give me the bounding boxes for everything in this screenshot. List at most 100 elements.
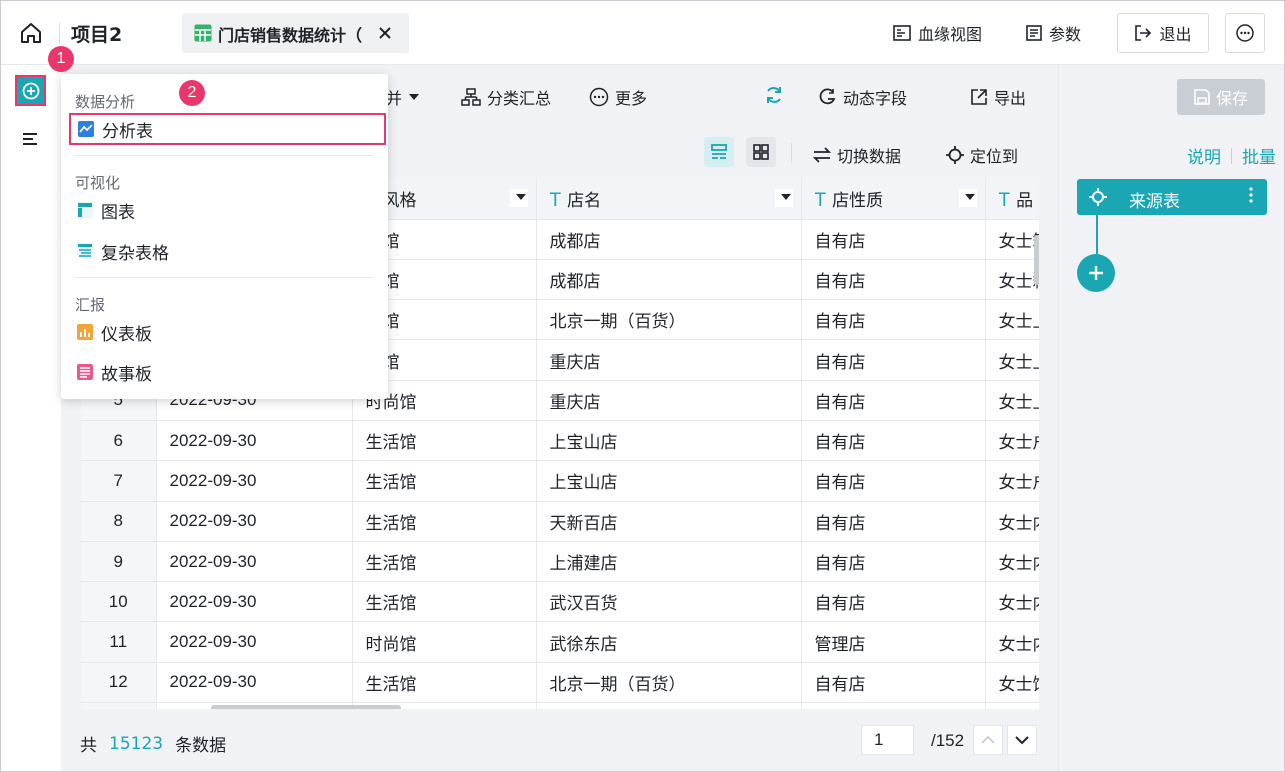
table-cell[interactable]: 上浦建店 — [536, 541, 802, 583]
table-cell[interactable]: 生活馆 — [352, 541, 537, 583]
table-cell[interactable]: 自有店 — [801, 299, 986, 341]
dynamic-field-button[interactable]: 动态字段 — [819, 85, 907, 109]
table-cell[interactable]: 2022-09-30 — [156, 581, 353, 623]
table-row[interactable]: 82022-09-30生活馆天新百店自有店女士内 — [81, 501, 1039, 542]
list-icon[interactable] — [21, 131, 41, 149]
table-cell[interactable]: 女士内 — [985, 541, 1039, 583]
table-cell[interactable]: 8 — [81, 501, 157, 542]
table-cell[interactable]: 生活馆 — [352, 581, 537, 623]
table-cell[interactable]: 自有店 — [801, 460, 986, 502]
table-cell[interactable]: 武汉百货 — [536, 581, 802, 623]
table-cell[interactable]: 7 — [81, 460, 157, 502]
table-row[interactable]: 92022-09-30生活馆上浦建店自有店女士内 — [81, 541, 1039, 583]
more-left-button[interactable]: 更多 — [589, 85, 647, 109]
table-cell[interactable]: 2022-09-30 — [156, 662, 353, 704]
menu-item-analysis-table[interactable]: 分析表 — [69, 113, 386, 145]
add-step-button[interactable] — [1077, 254, 1115, 292]
table-cell[interactable]: 上宝山店 — [536, 460, 802, 502]
table-cell[interactable]: 女士户 — [985, 460, 1039, 502]
table-cell[interactable]: 2022-09-30 — [156, 460, 353, 502]
table-cell[interactable]: 自有店 — [801, 662, 986, 704]
table-cell[interactable]: 自有店 — [801, 380, 986, 421]
column-header-product[interactable]: T品 — [985, 179, 1039, 220]
table-cell[interactable]: 2022-09-30 — [156, 501, 353, 542]
table-cell[interactable]: 10 — [81, 581, 157, 623]
table-cell[interactable]: 2022-09-30 — [156, 420, 353, 462]
table-cell[interactable]: 12 — [81, 662, 157, 704]
table-cell[interactable]: 自有店 — [801, 501, 986, 542]
add-node-button[interactable] — [15, 75, 46, 106]
table-cell[interactable]: 女士内 — [985, 501, 1039, 542]
save-button[interactable]: 保存 — [1177, 79, 1265, 115]
column-header-store-name[interactable]: T 店名 — [536, 179, 802, 220]
vertical-scrollbar[interactable] — [1034, 235, 1039, 285]
table-cell[interactable]: 女士馆 — [985, 662, 1039, 704]
next-page-button[interactable] — [1007, 725, 1037, 755]
vertical-dots-icon[interactable] — [1249, 187, 1253, 208]
table-cell[interactable]: 自有店 — [801, 581, 986, 623]
table-cell[interactable]: 生活馆 — [352, 460, 537, 502]
table-cell[interactable]: 女士箱 — [985, 259, 1039, 301]
table-cell[interactable]: 自有店 — [801, 339, 986, 381]
table-cell[interactable]: 生活馆 — [352, 662, 537, 704]
table-cell[interactable]: 2022-09-30 — [156, 621, 353, 663]
table-cell[interactable]: 生活馆 — [352, 420, 537, 462]
export-button[interactable]: 导出 — [970, 85, 1026, 109]
menu-item-chart[interactable]: 图表 — [70, 194, 387, 226]
close-icon[interactable] — [378, 25, 392, 39]
table-cell[interactable]: 9 — [81, 541, 157, 583]
lineage-view-button[interactable]: 血缘视图 — [893, 21, 982, 45]
source-table-node[interactable]: 来源表 — [1077, 179, 1267, 215]
table-cell[interactable]: 重庆店 — [536, 380, 802, 421]
table-cell[interactable]: 自有店 — [801, 259, 986, 301]
table-row[interactable]: 102022-09-30生活馆武汉百货自有店女士内 — [81, 581, 1039, 623]
menu-item-complex-table[interactable]: 复杂表格 — [70, 235, 387, 267]
switch-data-button[interactable]: 切换数据 — [813, 143, 901, 167]
table-row[interactable]: 72022-09-30生活馆上宝山店自有店女士户 — [81, 460, 1039, 502]
table-cell[interactable]: 女士户 — [985, 420, 1039, 462]
column-header-store-nature[interactable]: T 店性质 — [801, 179, 986, 220]
table-cell[interactable]: 重庆店 — [536, 339, 802, 381]
table-cell[interactable]: 女士箱 — [985, 219, 1039, 260]
table-cell[interactable]: 管理店 — [801, 621, 986, 663]
table-cell[interactable]: 11 — [81, 621, 157, 663]
home-icon[interactable] — [18, 21, 44, 45]
page-number-input[interactable]: 1 — [861, 725, 914, 755]
table-cell[interactable]: 女士上 — [985, 339, 1039, 381]
params-button[interactable]: 参数 — [1026, 21, 1081, 45]
table-cell[interactable]: 女士上 — [985, 380, 1039, 421]
menu-item-dashboard[interactable]: 仪表板 — [70, 316, 387, 348]
table-cell[interactable]: 成都店 — [536, 219, 802, 260]
table-cell[interactable]: 天新百店 — [536, 501, 802, 542]
merge-button[interactable]: 并 — [386, 85, 420, 109]
table-cell[interactable]: 生活馆 — [352, 501, 537, 542]
table-cell[interactable]: 上宝山店 — [536, 420, 802, 462]
table-row[interactable]: 122022-09-30生活馆北京一期（百货）自有店女士馆 — [81, 662, 1039, 704]
table-row[interactable]: 62022-09-30生活馆上宝山店自有店女士户 — [81, 420, 1039, 462]
table-cell[interactable]: 女士上 — [985, 299, 1039, 341]
table-cell[interactable]: 成都店 — [536, 259, 802, 301]
table-cell[interactable]: 北京一期（百货） — [536, 299, 802, 341]
table-cell[interactable]: 自有店 — [801, 219, 986, 260]
group-summary-button[interactable]: 分类汇总 — [461, 85, 551, 109]
table-cell[interactable]: 武徐东店 — [536, 621, 802, 663]
locate-button[interactable]: 定位到 — [946, 143, 1018, 167]
explain-link[interactable]: 说明 — [1187, 143, 1221, 168]
table-row[interactable]: 112022-09-30时尚馆武徐东店管理店女士内 — [81, 621, 1039, 663]
table-cell[interactable]: 女士内 — [985, 621, 1039, 663]
exit-button[interactable]: 退出 — [1117, 13, 1209, 53]
table-cell[interactable]: 女士内 — [985, 581, 1039, 623]
batch-link[interactable]: 批量 — [1242, 143, 1276, 168]
grid-view-toggle[interactable] — [746, 137, 776, 167]
prev-page-button[interactable] — [973, 725, 1003, 755]
table-cell[interactable]: 北京一期（百货） — [536, 662, 802, 704]
table-cell[interactable]: 自有店 — [801, 420, 986, 462]
table-cell[interactable]: 自有店 — [801, 541, 986, 583]
refresh-button[interactable] — [764, 85, 784, 105]
table-cell[interactable]: 6 — [81, 420, 157, 462]
more-menu-button[interactable] — [1225, 13, 1265, 53]
menu-item-storyboard[interactable]: 故事板 — [70, 356, 387, 388]
list-view-toggle[interactable] — [704, 137, 734, 167]
table-cell[interactable]: 2022-09-30 — [156, 541, 353, 583]
tab-store-sales[interactable]: 门店销售数据统计（ — [182, 13, 409, 53]
